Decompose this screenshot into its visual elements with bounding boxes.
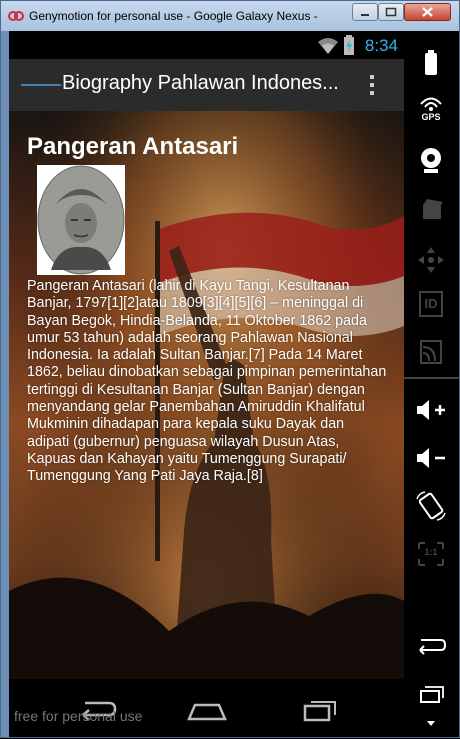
- battery-charging-icon: [344, 35, 354, 55]
- hero-name-heading: Pangeran Antasari: [27, 133, 239, 160]
- action-bar: Biography Pahlawan Indones...: [9, 59, 404, 111]
- window-titlebar[interactable]: Genymotion for personal use - Google Gal…: [1, 1, 459, 31]
- gps-widget-button[interactable]: GPS: [409, 93, 453, 127]
- rotate-screen-icon[interactable]: [409, 489, 453, 523]
- close-button[interactable]: [404, 3, 451, 21]
- minimize-icon: [361, 14, 369, 16]
- emulator-window: Genymotion for personal use - Google Gal…: [0, 0, 460, 738]
- personal-use-watermark: free for personal use: [14, 708, 143, 724]
- scale-label: 1:1: [424, 547, 438, 557]
- minimize-button[interactable]: [352, 3, 378, 21]
- recent-apps-icon[interactable]: [291, 689, 343, 729]
- maximize-button[interactable]: [378, 3, 404, 21]
- app-logo-icon[interactable]: [21, 81, 61, 89]
- maximize-icon: [385, 7, 397, 17]
- gps-label: GPS: [421, 112, 441, 122]
- volume-down-icon[interactable]: [409, 441, 453, 475]
- device-id-widget-button[interactable]: ID: [409, 287, 453, 321]
- app-title: Biography Pahlawan Indones...: [62, 72, 337, 94]
- close-icon: [422, 7, 433, 17]
- cast-icon[interactable]: [409, 335, 453, 369]
- biography-text: Pangeran Antasari (lahir di Kayu Tangi, …: [27, 278, 387, 485]
- side-back-icon[interactable]: [409, 629, 453, 663]
- wifi-icon: [318, 38, 338, 54]
- overflow-menu-icon[interactable]: [367, 71, 377, 99]
- device-screen: 8:34 Biography Pahlawan Indones... Pange…: [9, 31, 404, 737]
- hero-portrait-image: [37, 165, 125, 275]
- capture-icon[interactable]: [409, 193, 453, 227]
- webcam-icon[interactable]: [409, 143, 453, 177]
- volume-up-icon[interactable]: [409, 393, 453, 427]
- home-icon[interactable]: [181, 689, 233, 729]
- pixel-perfect-button[interactable]: 1:1: [409, 537, 453, 571]
- dpad-icon[interactable]: [409, 243, 453, 277]
- genymotion-side-panel: GPS ID 1:1: [404, 31, 459, 737]
- window-title: Genymotion for personal use - Google Gal…: [29, 9, 319, 23]
- status-bar: 8:34: [9, 31, 404, 59]
- side-panel-separator: [404, 377, 459, 379]
- gps-icon: [420, 97, 442, 111]
- battery-widget-icon[interactable]: [409, 45, 453, 79]
- biography-content[interactable]: Pangeran Antasari Pangeran Antasari (lah…: [9, 111, 404, 679]
- side-scroll-down-icon[interactable]: [409, 705, 453, 739]
- id-label: ID: [424, 296, 438, 311]
- genymotion-logo-icon: [8, 11, 24, 21]
- status-time: 8:34: [364, 36, 398, 55]
- portrait-drawing: [37, 165, 125, 275]
